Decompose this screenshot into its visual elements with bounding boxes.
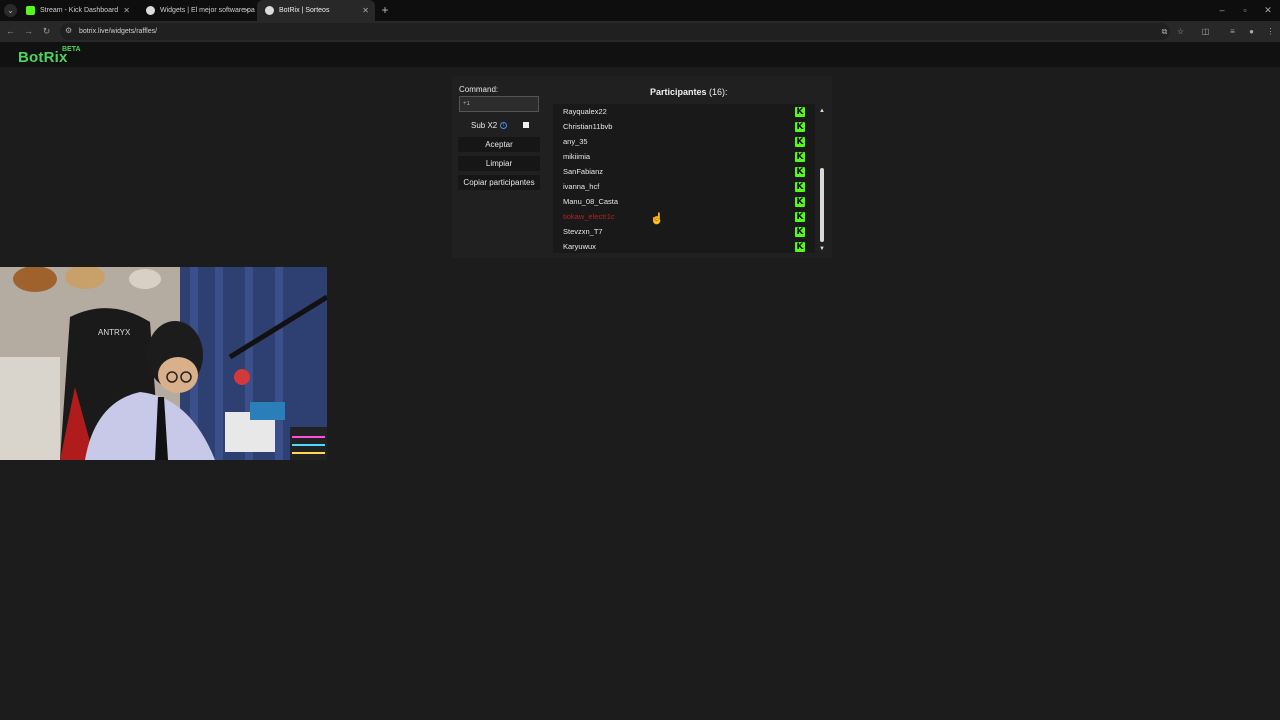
participant-name: any_35 — [563, 137, 588, 146]
restore-button[interactable]: ▫ — [1234, 0, 1256, 21]
list-item: Stevzxn_T7 K — [563, 224, 815, 239]
kick-icon: K — [795, 152, 805, 162]
minimize-button[interactable]: – — [1211, 0, 1233, 21]
kick-icon: K — [795, 182, 805, 192]
list-item: tiokaw_electr1c K — [563, 209, 815, 224]
kick-favicon-icon — [26, 6, 35, 15]
list-item: Manu_08_Casta K — [563, 194, 815, 209]
participants-list[interactable]: Rayqualex22 K Christian11bvb K any_35 K … — [553, 104, 815, 253]
tab-search-icon[interactable]: ⌄ — [4, 4, 17, 17]
sub-x2-label: Sub X2 — [471, 121, 498, 130]
window-close-button[interactable]: ✕ — [1257, 0, 1279, 21]
sub-x2-checkbox[interactable] — [523, 122, 529, 128]
webcam-scene: ANTRYX — [0, 267, 327, 460]
command-label: Command: — [459, 85, 499, 94]
copy-participants-button[interactable]: Copiar participantes — [458, 175, 540, 190]
kick-icon: K — [795, 227, 805, 237]
participant-name: mikiimia — [563, 152, 591, 161]
participant-name: Christian11bvb — [563, 122, 613, 131]
kick-icon: K — [795, 122, 805, 132]
kick-icon: K — [795, 212, 805, 222]
browser-tab-bar: ⌄ Stream - Kick Dashboard ✕ Widgets | El… — [0, 0, 1280, 21]
list-item: SanFabianz K — [563, 164, 815, 179]
botrix-favicon-icon — [265, 6, 274, 15]
tab-botrix-sorteos[interactable]: BotRix | Sorteos ✕ — [257, 0, 375, 21]
list-item: ivanna_hcf K — [563, 179, 815, 194]
reload-icon[interactable]: ↻ — [40, 25, 53, 38]
extensions-icon[interactable]: ◫ — [1199, 25, 1212, 38]
tab-widgets[interactable]: Widgets | El mejor software pa ✕ — [138, 0, 256, 21]
translate-icon[interactable]: ⧉ — [1158, 25, 1171, 38]
accept-button[interactable]: Aceptar — [458, 137, 540, 152]
clear-button[interactable]: Limpiar — [458, 156, 540, 171]
chair-brand-text: ANTRYX — [98, 328, 131, 337]
tab-title: Stream - Kick Dashboard — [40, 7, 119, 14]
list-item: mikiimia K — [563, 149, 815, 164]
kick-icon: K — [795, 242, 805, 252]
kick-icon: K — [795, 197, 805, 207]
bookmark-star-icon[interactable]: ☆ — [1174, 25, 1187, 38]
participant-name: tiokaw_electr1c — [563, 212, 615, 221]
site-info-icon[interactable]: ⚙ — [65, 26, 72, 35]
command-input[interactable] — [459, 96, 539, 112]
webcam-feed: ANTRYX — [0, 267, 327, 460]
participant-name: Manu_08_Casta — [563, 197, 619, 206]
back-icon[interactable]: ← — [4, 25, 17, 38]
menu-icon[interactable]: ⋮ — [1264, 25, 1277, 38]
browser-address-bar: ← → ↻ ⚙ botrix.live/widgets/raffles/ ⧉ ☆… — [0, 21, 1280, 42]
url-text: botrix.live/widgets/raffles/ — [79, 28, 158, 35]
participant-name: Karyuwux — [563, 242, 596, 251]
kick-icon: K — [795, 107, 805, 117]
scroll-up-arrow-icon[interactable]: ▲ — [817, 107, 827, 115]
scroll-down-arrow-icon[interactable]: ▼ — [817, 245, 827, 253]
botrix-logo[interactable]: BotRix — [18, 49, 68, 66]
participant-name: Stevzxn_T7 — [563, 227, 603, 236]
tab-title: BotRix | Sorteos — [279, 7, 330, 14]
participants-heading: Participantes (16): — [650, 87, 728, 97]
kick-icon: K — [795, 137, 805, 147]
list-item: Karyuwux K — [563, 239, 815, 254]
close-icon[interactable]: ✕ — [362, 0, 369, 21]
new-tab-button[interactable]: + — [379, 3, 391, 17]
forward-icon[interactable]: → — [22, 25, 35, 38]
media-controls-icon[interactable]: ≡ — [1226, 25, 1239, 38]
list-item: any_35 K — [563, 134, 815, 149]
url-bar[interactable]: ⚙ botrix.live/widgets/raffles/ — [60, 23, 1170, 40]
participants-title: Participantes — [650, 87, 707, 97]
participants-scrollbar[interactable] — [820, 168, 824, 242]
participant-name: ivanna_hcf — [563, 182, 600, 191]
app-header — [0, 42, 1280, 67]
list-item: Christian11bvb K — [563, 119, 815, 134]
botrix-favicon-icon — [146, 6, 155, 15]
tab-title: Widgets | El mejor software pa — [160, 7, 255, 14]
participant-name: SanFabianz — [563, 167, 604, 176]
hand-cursor-icon: ☝ — [650, 213, 664, 225]
participants-count: (16): — [709, 87, 728, 97]
tab-kick-dashboard[interactable]: Stream - Kick Dashboard ✕ — [18, 0, 136, 21]
participant-name: Rayqualex22 — [563, 107, 607, 116]
beta-badge: BETA — [62, 46, 81, 53]
info-icon[interactable]: i — [500, 122, 507, 129]
profile-icon[interactable]: ● — [1245, 25, 1258, 38]
close-icon[interactable]: ✕ — [123, 0, 130, 21]
list-item: Rayqualex22 K — [563, 104, 815, 119]
close-icon[interactable]: ✕ — [243, 0, 250, 21]
kick-icon: K — [795, 167, 805, 177]
